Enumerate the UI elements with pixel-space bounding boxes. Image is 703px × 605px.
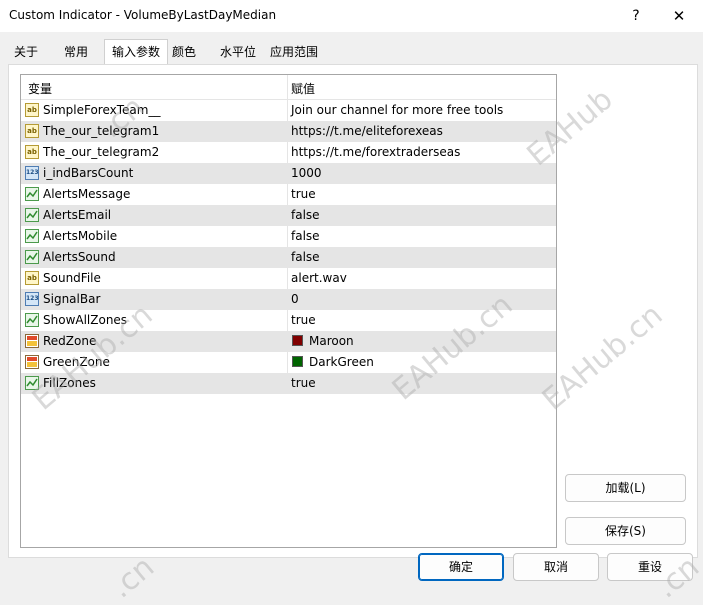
param-name: The_our_telegram2 — [43, 145, 160, 159]
tab-levels[interactable]: 水平位 — [218, 41, 258, 64]
param-value[interactable]: false — [291, 250, 320, 264]
boolean-icon — [25, 376, 39, 390]
table-row[interactable]: 123 i_indBarsCount 1000 — [21, 163, 556, 184]
param-name: i_indBarsCount — [43, 166, 134, 180]
help-icon[interactable]: ? — [625, 5, 647, 27]
param-value[interactable]: alert.wav — [291, 271, 347, 285]
param-name: FillZones — [43, 376, 96, 390]
column-divider — [287, 205, 288, 226]
tab-scope[interactable]: 应用范围 — [266, 41, 322, 64]
color-swatch[interactable] — [292, 356, 303, 367]
color-icon — [25, 334, 39, 348]
string-icon: ab — [25, 271, 39, 285]
tab-colors[interactable]: 颜色 — [168, 41, 200, 64]
param-value[interactable]: true — [291, 313, 316, 327]
column-divider — [287, 289, 288, 310]
column-divider — [287, 247, 288, 268]
param-value[interactable]: https://t.me/eliteforexeas — [291, 124, 443, 138]
param-name: AlertsMessage — [43, 187, 131, 201]
boolean-icon — [25, 313, 39, 327]
table-row[interactable]: 123 SignalBar 0 — [21, 289, 556, 310]
table-row[interactable]: ab SimpleForexTeam__ Join our channel for … — [21, 100, 556, 121]
param-name: SimpleForexTeam__ — [43, 103, 161, 117]
param-name: ShowAllZones — [43, 313, 128, 327]
tab-inputs[interactable]: 输入参数 — [104, 39, 168, 66]
boolean-icon — [25, 208, 39, 222]
column-divider — [287, 163, 288, 184]
inputs-table[interactable]: 变量 赋值 ab SimpleForexTeam__ Join our channe… — [20, 74, 557, 548]
color-swatch[interactable] — [292, 335, 303, 346]
table-row[interactable]: AlertsMobile false — [21, 226, 556, 247]
tab-about[interactable]: 关于 — [8, 41, 44, 64]
table-row[interactable]: FillZones true — [21, 373, 556, 394]
param-value[interactable]: 1000 — [291, 166, 322, 180]
param-value[interactable]: 0 — [291, 292, 299, 306]
column-divider — [287, 100, 288, 121]
param-name: RedZone — [43, 334, 97, 348]
boolean-icon — [25, 250, 39, 264]
param-name: SoundFile — [43, 271, 101, 285]
column-divider — [287, 121, 288, 142]
table-row[interactable]: RedZone Maroon — [21, 331, 556, 352]
table-row[interactable]: ShowAllZones true — [21, 310, 556, 331]
table-row[interactable]: ab The_our_telegram1 https://t.me/elitefor… — [21, 121, 556, 142]
save-button[interactable]: 保存(S) — [565, 517, 686, 545]
param-value[interactable]: false — [291, 229, 320, 243]
header-divider[interactable] — [287, 75, 288, 99]
string-icon: ab — [25, 124, 39, 138]
param-value[interactable]: true — [291, 187, 316, 201]
integer-icon: 123 — [25, 166, 39, 180]
column-divider — [287, 268, 288, 289]
ok-button[interactable]: 确定 — [418, 553, 504, 581]
param-name: AlertsSound — [43, 250, 116, 264]
column-divider — [287, 184, 288, 205]
close-icon[interactable]: ✕ — [668, 5, 690, 27]
param-name: AlertsEmail — [43, 208, 112, 222]
param-name: AlertsMobile — [43, 229, 118, 243]
reset-button[interactable]: 重设 — [607, 553, 693, 581]
table-row[interactable]: ab SoundFile alert.wav — [21, 268, 556, 289]
string-icon: ab — [25, 145, 39, 159]
table-row[interactable]: AlertsMessage true — [21, 184, 556, 205]
column-divider — [287, 310, 288, 331]
table-header: 变量 赋值 — [21, 75, 556, 100]
load-button[interactable]: 加载(L) — [565, 474, 686, 502]
column-divider — [287, 142, 288, 163]
column-divider — [287, 373, 288, 394]
boolean-icon — [25, 187, 39, 201]
column-divider — [287, 331, 288, 352]
param-name: SignalBar — [43, 292, 101, 306]
table-row[interactable]: GreenZone DarkGreen — [21, 352, 556, 373]
param-name: The_our_telegram1 — [43, 124, 160, 138]
param-value[interactable]: https://t.me/forextraderseas — [291, 145, 460, 159]
boolean-icon — [25, 229, 39, 243]
color-icon — [25, 355, 39, 369]
column-divider — [287, 352, 288, 373]
param-value[interactable]: false — [291, 208, 320, 222]
table-row[interactable]: ab The_our_telegram2 https://t.me/forextra… — [21, 142, 556, 163]
header-value: 赋值 — [291, 82, 316, 96]
param-value[interactable]: Maroon — [309, 334, 354, 348]
param-value[interactable]: Join our channel for more free tools — [291, 103, 503, 117]
table-row[interactable]: AlertsEmail false — [21, 205, 556, 226]
header-variable: 变量 — [28, 82, 53, 96]
column-divider — [287, 226, 288, 247]
cancel-button[interactable]: 取消 — [513, 553, 599, 581]
tab-common[interactable]: 常用 — [56, 41, 96, 64]
string-icon: ab — [25, 103, 39, 117]
integer-icon: 123 — [25, 292, 39, 306]
param-value[interactable]: DarkGreen — [309, 355, 374, 369]
title-bar: Custom Indicator - VolumeByLastDayMedian… — [0, 0, 703, 32]
table-row[interactable]: AlertsSound false — [21, 247, 556, 268]
window-title: Custom Indicator - VolumeByLastDayMedian — [9, 8, 277, 22]
param-value[interactable]: true — [291, 376, 316, 390]
param-name: GreenZone — [43, 355, 110, 369]
